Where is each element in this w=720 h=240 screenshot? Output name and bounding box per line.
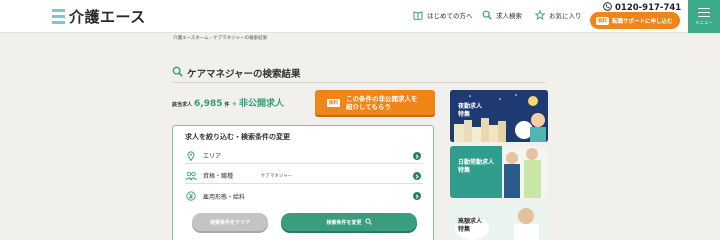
hamburger-icon — [698, 7, 710, 17]
title-divider — [172, 82, 546, 83]
menu-button[interactable]: メニュー — [688, 0, 720, 33]
nav-beginner-label: はじめての方へ — [427, 12, 473, 20]
star-icon — [535, 10, 545, 20]
filter-row-qualification[interactable]: 資格・職種 ケアマネジャー — [185, 168, 423, 184]
count-label: 該当求人 — [172, 102, 193, 108]
banner-text: 日勤常勤求人 特集 — [458, 159, 494, 175]
book-icon — [413, 10, 423, 20]
logo-text: 介護エース — [69, 7, 146, 26]
page-title: ケアマネジャーの検索結果 — [172, 66, 301, 80]
site-header: 介護エース はじめての方へ 求人検索 お気に入り 0120-917-741 無料… — [0, 0, 720, 33]
menu-label: メニュー — [695, 20, 713, 26]
search-icon — [364, 217, 372, 227]
clear-conditions-button[interactable]: 検索条件をクリア — [192, 213, 268, 231]
filter-row-label: エリア — [203, 153, 222, 160]
breadcrumb[interactable]: 介護エースホーム › ケアマネジャーの検索結果 — [173, 35, 267, 41]
banner-subtitle: 特集 — [458, 167, 471, 174]
free-badge: 無料 — [596, 16, 609, 25]
banner-subtitle: 特集 — [458, 226, 471, 233]
nav-beginner[interactable]: はじめての方へ — [413, 10, 473, 20]
filter-row-label: 資格・職種 — [203, 173, 234, 180]
filter-row-area[interactable]: エリア — [185, 148, 423, 164]
banner-subtitle: 特集 — [458, 111, 471, 118]
count-number: 6,985 — [194, 99, 223, 109]
change-conditions-button[interactable]: 検索条件を変更 — [281, 213, 417, 231]
filter-row-value: ケアマネジャー — [261, 173, 293, 179]
filter-row-label: 雇用形態・給料 — [203, 193, 246, 201]
day-shift-banner[interactable]: 日勤常勤求人 特集 — [450, 146, 548, 198]
nav-favorites[interactable]: お気に入り — [535, 10, 582, 20]
yen-icon — [185, 191, 197, 201]
page-title-text: ケアマネジャーの検索結果 — [187, 69, 301, 80]
count-unit: 件 — [224, 102, 230, 108]
intro-line-2: 紹介してもらう — [346, 102, 391, 111]
private-jobs-intro-button[interactable]: 無料 この条件の非公開求人を 紹介してもらう — [315, 90, 435, 115]
banner-title: 高額求人 — [458, 218, 483, 225]
private-jobs-label: 非公開求人 — [239, 99, 285, 109]
banner-title: 日勤常勤求人 — [458, 159, 495, 166]
logo-mark-icon — [52, 8, 68, 24]
intro-line-1: この条件の非公開求人を — [346, 94, 418, 103]
filter-panel: 求人を絞り込む・検索条件の変更 エリア 資格・職種 ケアマネジャー 雇用形態・給… — [172, 125, 434, 240]
free-badge: 無料 — [327, 98, 340, 107]
filter-row-employment[interactable]: 雇用形態・給料 — [185, 188, 423, 204]
count-plus: ＋ — [231, 102, 238, 108]
change-conditions-label: 検索条件を変更 — [326, 219, 362, 226]
search-icon — [172, 66, 183, 80]
chevron-right-icon — [413, 172, 421, 180]
banner-text: 夜勤求人 特集 — [458, 103, 482, 119]
nav-favorites-label: お気に入り — [549, 12, 582, 20]
site-logo[interactable]: 介護エース — [52, 6, 146, 26]
career-support-button[interactable]: 無料 転職サポートに申し込む — [590, 12, 680, 29]
banner-title: 夜勤求人 — [458, 103, 483, 110]
pin-icon — [185, 150, 197, 161]
search-icon — [482, 10, 492, 20]
filter-title: 求人を絞り込む・検索条件の変更 — [185, 133, 290, 141]
banner-text: 高額求人 特集 — [458, 218, 482, 234]
nav-job-search-label: 求人検索 — [496, 12, 522, 20]
result-count: 該当求人 6,985 件 ＋ 非公開求人 — [172, 96, 284, 109]
chevron-right-icon — [413, 152, 421, 160]
people-icon — [185, 171, 197, 181]
night-shift-banner[interactable]: 夜勤求人 特集 — [450, 90, 548, 142]
high-salary-banner[interactable]: 高額求人 特集 — [450, 202, 548, 240]
career-support-label: 転職サポートに申し込む — [612, 18, 673, 25]
nav-job-search[interactable]: 求人検索 — [482, 10, 522, 20]
intro-button-text: この条件の非公開求人を 紹介してもらう — [346, 95, 418, 111]
chevron-right-icon — [413, 192, 421, 200]
